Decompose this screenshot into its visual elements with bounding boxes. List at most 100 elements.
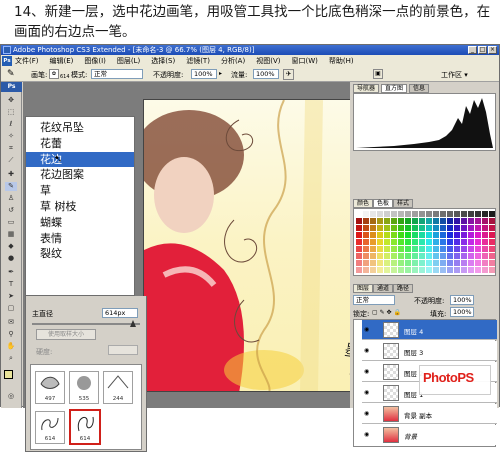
lasso-tool-icon[interactable]: ℓ — [5, 120, 17, 129]
bridge-icon[interactable]: ▣ — [373, 69, 383, 79]
swatch-colors[interactable] — [354, 209, 495, 275]
swatch-cell — [391, 211, 397, 217]
brush-tool-icon-toolbox[interactable]: ✎ — [5, 182, 17, 191]
layer-row[interactable]: ◉ 图层 4 — [362, 320, 497, 340]
blend-mode-select[interactable]: 正常 — [353, 295, 395, 305]
layer-opacity-field[interactable]: 100% — [450, 295, 474, 305]
brush-menu-item-selected[interactable]: 花边 — [26, 151, 134, 168]
diameter-field[interactable]: 614px — [102, 308, 138, 318]
menu-window[interactable]: 窗口(W) — [291, 56, 317, 66]
magic-wand-icon[interactable]: ✧ — [5, 132, 17, 141]
slice-tool-icon[interactable]: ⟋ — [5, 156, 17, 165]
brush-menu-item[interactable]: 草 — [26, 183, 134, 199]
healing-tool-icon[interactable]: ✚ — [5, 170, 17, 179]
eraser-tool-icon[interactable]: ▭ — [5, 218, 17, 227]
brush-thumb-selected[interactable]: 614 — [69, 409, 101, 445]
tab-navigator[interactable]: 导航器 — [353, 84, 380, 93]
brush-menu-item[interactable]: 蝴蝶 — [26, 215, 134, 231]
brush-menu-item[interactable]: 花边图案 — [26, 167, 134, 183]
tab-styles[interactable]: 样式 — [393, 199, 414, 208]
airbrush-icon[interactable]: ✈ — [283, 69, 294, 80]
eyedropper-tool-icon[interactable]: ⚲ — [5, 330, 17, 339]
mode-select[interactable]: 正常 — [91, 69, 143, 79]
fill-field[interactable]: 100% — [450, 307, 474, 317]
menu-analysis[interactable]: 分析(A) — [221, 56, 245, 66]
brush-menu-item[interactable]: 花蕾 — [26, 136, 134, 152]
brush-thumb[interactable]: 614 — [35, 411, 65, 444]
swatch-cell — [377, 211, 383, 217]
layer-row[interactable]: ◉ 背景 副本 — [362, 404, 497, 424]
swatches-grid[interactable] — [353, 208, 496, 276]
layer-row[interactable]: ◉ 背景 — [362, 425, 497, 445]
opacity-dropdown-icon[interactable]: ▸ — [219, 70, 222, 77]
brush-menu-item[interactable]: 草 树枝 — [26, 199, 134, 215]
close-button[interactable]: × — [488, 46, 497, 54]
swatch-cell — [370, 218, 376, 224]
tab-info[interactable]: 信息 — [409, 84, 430, 93]
type-tool-icon[interactable]: T — [5, 280, 17, 289]
swatch-cell — [419, 239, 425, 245]
tab-paths[interactable]: 路径 — [393, 284, 414, 293]
path-select-icon[interactable]: ➤ — [5, 292, 17, 301]
flow-field[interactable]: 100% — [253, 69, 279, 79]
brush-menu-item[interactable]: 裂纹 — [26, 246, 134, 262]
brush-tool-icon[interactable]: ✎ — [7, 69, 15, 79]
menu-view[interactable]: 视图(V) — [256, 56, 280, 66]
swatch-cell — [475, 218, 481, 224]
visibility-eye-icon[interactable]: ◉ — [364, 431, 372, 439]
visibility-eye-icon[interactable]: ◉ — [364, 410, 372, 418]
maximize-button[interactable]: □ — [478, 46, 487, 54]
swatch-cell — [391, 246, 397, 252]
opacity-field[interactable]: 100% — [191, 69, 217, 79]
hand-tool-icon[interactable]: ✋ — [5, 342, 17, 351]
menu-help[interactable]: 帮助(H) — [329, 56, 354, 66]
brush-menu-item[interactable]: 花纹吊坠 — [26, 120, 134, 136]
tab-histogram[interactable]: 直方图 — [381, 84, 408, 93]
menu-layer[interactable]: 图层(L) — [117, 56, 140, 66]
swatch-cell — [370, 211, 376, 217]
history-brush-icon[interactable]: ↺ — [5, 206, 17, 215]
brush-preset-picker[interactable]: ✿ — [49, 69, 59, 79]
swatch-cell — [482, 260, 488, 266]
brush-thumb[interactable]: 244 — [103, 371, 133, 404]
tab-channels[interactable]: 通道 — [373, 284, 394, 293]
quick-mask-icon[interactable]: ◎ — [5, 392, 17, 401]
diameter-slider-track[interactable] — [32, 323, 140, 325]
notes-tool-icon[interactable]: ✉ — [5, 318, 17, 327]
brush-menu-item[interactable]: 表情 — [26, 231, 134, 247]
pen-tool-icon[interactable]: ✒ — [5, 268, 17, 277]
brush-thumb[interactable]: 535 — [69, 371, 99, 404]
menu-file[interactable]: 文件(F) — [15, 56, 39, 66]
layer-row[interactable]: ◉ 图层 3 — [362, 341, 497, 361]
tab-swatches[interactable]: 色板 — [373, 199, 394, 208]
visibility-eye-icon[interactable]: ◉ — [364, 368, 372, 376]
menu-edit[interactable]: 编辑(E) — [50, 56, 74, 66]
blur-tool-icon[interactable]: ◆ — [5, 242, 17, 251]
marquee-tool-icon[interactable]: ⬚ — [5, 108, 17, 117]
menu-select[interactable]: 选择(S) — [151, 56, 175, 66]
lock-icons[interactable]: ▢ ✎ ✥ 🔒 — [372, 309, 401, 316]
foreground-color-swatch[interactable] — [4, 370, 13, 379]
swatch-cell — [482, 267, 488, 273]
menu-image[interactable]: 图像(I) — [84, 56, 106, 66]
dodge-tool-icon[interactable]: ● — [5, 254, 17, 263]
swatch-cell — [405, 211, 411, 217]
visibility-eye-icon[interactable]: ◉ — [364, 347, 372, 355]
gradient-tool-icon[interactable]: ▦ — [5, 230, 17, 239]
stamp-tool-icon[interactable]: ♙ — [5, 194, 17, 203]
tab-color[interactable]: 颜色 — [353, 199, 374, 208]
zoom-tool-icon[interactable]: ⌕ — [5, 354, 17, 363]
brush-thumb[interactable]: 497 — [35, 371, 65, 404]
shape-tool-icon[interactable]: ▢ — [5, 304, 17, 313]
workspace-menu[interactable]: 工作区 ▾ — [441, 70, 468, 80]
move-tool-icon[interactable]: ✥ — [5, 96, 17, 105]
document-canvas[interactable]: 墨 印 — [143, 99, 371, 392]
minimize-button[interactable]: _ — [468, 46, 477, 54]
tab-layers[interactable]: 图层 — [353, 284, 374, 293]
visibility-eye-icon[interactable]: ◉ — [364, 326, 372, 334]
visibility-eye-icon[interactable]: ◉ — [364, 389, 372, 397]
use-sample-size-button[interactable]: 使用取样大小 — [36, 329, 96, 340]
crop-tool-icon[interactable]: ⌗ — [5, 144, 17, 153]
menu-filter[interactable]: 滤镜(T) — [186, 56, 210, 66]
swatch-cell — [419, 267, 425, 273]
